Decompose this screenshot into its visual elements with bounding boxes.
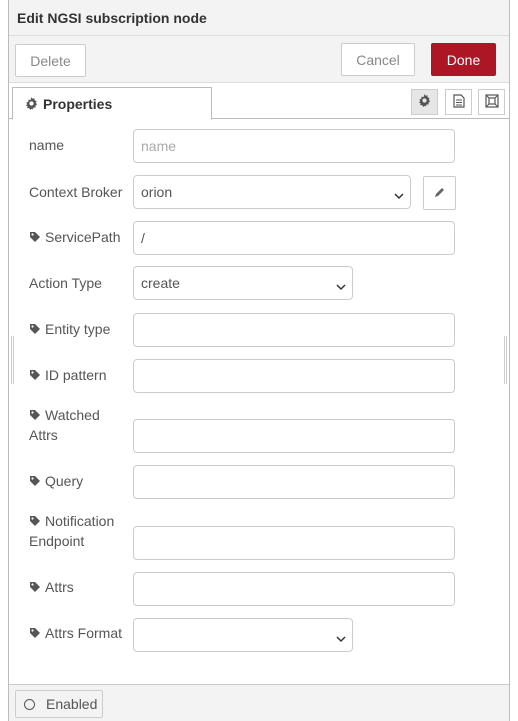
tag-icon bbox=[29, 323, 41, 335]
edit-broker-button[interactable] bbox=[423, 176, 456, 210]
notification-endpoint-label-line1: Notification bbox=[45, 513, 115, 529]
node-properties-button[interactable] bbox=[411, 89, 438, 115]
tag-icon bbox=[29, 369, 41, 381]
query-input[interactable] bbox=[133, 465, 455, 499]
tag-icon bbox=[29, 231, 41, 243]
watched-attrs-input[interactable] bbox=[133, 419, 455, 453]
enabled-toggle-button[interactable]: Enabled bbox=[15, 690, 103, 718]
query-label-text: Query bbox=[45, 473, 84, 489]
gear-icon bbox=[25, 97, 38, 110]
tab-bar: Properties bbox=[9, 83, 509, 120]
attrs-format-label-text: Attrs Format bbox=[45, 625, 123, 641]
tab-properties[interactable]: Properties bbox=[12, 87, 212, 120]
entity-type-label-text: Entity type bbox=[45, 321, 111, 337]
tag-icon bbox=[29, 409, 41, 425]
tray-title: Edit NGSI subscription node bbox=[9, 0, 509, 36]
tag-icon bbox=[29, 475, 41, 487]
attrs-format-label: Attrs Format bbox=[29, 623, 122, 643]
entity-type-label: Entity type bbox=[29, 319, 110, 339]
circle-icon bbox=[24, 698, 35, 710]
tray-footer: Enabled bbox=[9, 684, 509, 721]
context-broker-value: orion bbox=[141, 184, 173, 200]
tag-icon bbox=[29, 627, 41, 639]
properties-form: name name Context Broker orion ServicePa… bbox=[9, 119, 509, 683]
watched-attrs-label: Watched Attrs bbox=[29, 405, 100, 445]
description-icon bbox=[452, 93, 465, 111]
enabled-label: Enabled bbox=[46, 696, 98, 712]
action-type-label: Action Type bbox=[29, 275, 102, 291]
chevron-down-icon bbox=[336, 630, 346, 646]
attrs-input[interactable] bbox=[133, 572, 455, 606]
cancel-button[interactable]: Cancel bbox=[341, 43, 415, 76]
pencil-icon bbox=[434, 185, 446, 201]
context-broker-label: Context Broker bbox=[29, 184, 123, 200]
delete-button[interactable]: Delete bbox=[15, 44, 86, 77]
node-description-button[interactable] bbox=[445, 89, 472, 115]
watched-attrs-label-line2: Attrs bbox=[29, 427, 58, 443]
attrs-label: Attrs bbox=[29, 577, 74, 597]
tag-icon bbox=[29, 515, 41, 531]
gear-icon bbox=[418, 94, 431, 110]
tray-toolbar: Delete Cancel Done bbox=[9, 36, 509, 83]
tab-properties-label: Properties bbox=[43, 95, 113, 112]
entity-type-input[interactable] bbox=[133, 313, 455, 347]
query-label: Query bbox=[29, 471, 83, 491]
attrs-format-select[interactable] bbox=[133, 618, 353, 652]
attrs-label-text: Attrs bbox=[45, 579, 74, 595]
notification-endpoint-label-line2: Endpoint bbox=[29, 533, 85, 549]
watched-attrs-label-line1: Watched bbox=[45, 407, 100, 423]
name-label: name bbox=[29, 137, 65, 153]
name-input[interactable]: name bbox=[133, 129, 455, 163]
tag-icon bbox=[29, 581, 41, 593]
service-path-input[interactable]: / bbox=[133, 221, 455, 255]
chevron-down-icon bbox=[336, 278, 346, 294]
action-type-select[interactable]: create bbox=[133, 266, 353, 300]
service-path-label: ServicePath bbox=[29, 227, 120, 247]
expand-icon bbox=[484, 93, 499, 111]
done-button[interactable]: Done bbox=[431, 43, 496, 76]
id-pattern-label-text: ID pattern bbox=[45, 367, 107, 383]
edit-tray: Edit NGSI subscription node Delete Cance… bbox=[8, 0, 510, 721]
chevron-down-icon bbox=[394, 187, 404, 203]
service-path-label-text: ServicePath bbox=[45, 229, 121, 245]
notification-endpoint-label: Notification Endpoint bbox=[29, 511, 114, 551]
id-pattern-label: ID pattern bbox=[29, 365, 106, 385]
context-broker-select[interactable]: orion bbox=[133, 175, 411, 209]
action-type-value: create bbox=[141, 275, 180, 291]
node-appearance-button[interactable] bbox=[478, 89, 505, 115]
id-pattern-input[interactable] bbox=[133, 359, 455, 393]
notification-endpoint-input[interactable] bbox=[133, 526, 455, 560]
